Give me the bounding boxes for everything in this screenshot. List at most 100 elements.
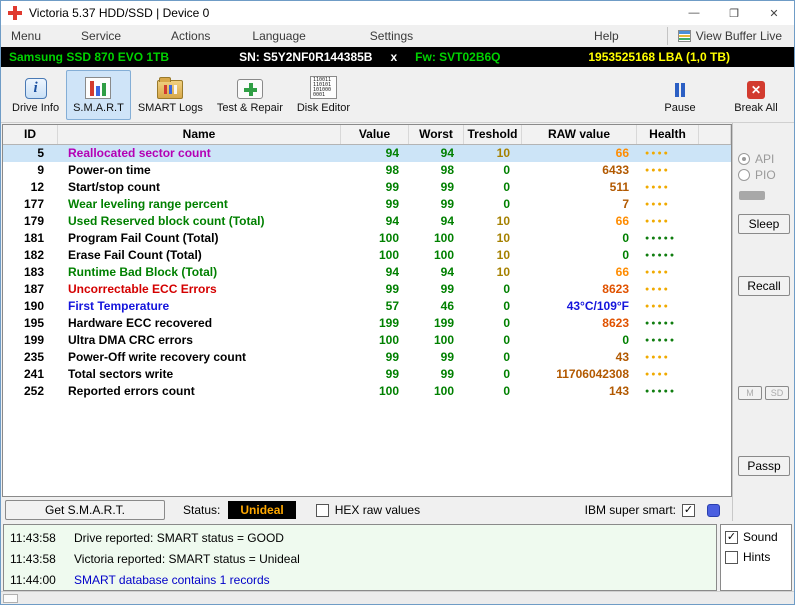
table-row[interactable]: 12 Start/stop count 99 99 0 511 ●●●● [3, 179, 731, 196]
table-row[interactable]: 9 Power-on time 98 98 0 6433 ●●●● [3, 162, 731, 179]
mode-indicator [739, 191, 765, 200]
attribute-threshold: 0 [503, 333, 510, 347]
table-row[interactable]: 252 Reported errors count 100 100 0 143 ●●●●● [3, 383, 731, 400]
sleep-button[interactable]: Sleep [738, 214, 790, 234]
table-row[interactable]: 199 Ultra DMA CRC errors 100 100 0 0 ●●●●● [3, 332, 731, 349]
attribute-worst: 99 [440, 180, 454, 194]
row-filler [699, 145, 731, 162]
maximize-button[interactable]: ❐ [714, 1, 754, 25]
menu-item-menu[interactable]: Menu [3, 27, 49, 45]
drive-info-button[interactable]: i Drive Info [5, 70, 66, 120]
attribute-name: Reallocated sector count [68, 146, 211, 160]
menu-item-actions[interactable]: Actions [163, 27, 218, 45]
disk-editor-button[interactable]: Disk Editor [290, 70, 357, 120]
small-button-2[interactable]: SD [765, 386, 789, 400]
sound-checkbox[interactable] [725, 530, 738, 544]
pio-radio[interactable] [738, 169, 750, 181]
row-filler [699, 247, 731, 264]
row-filler [699, 196, 731, 213]
menu-item-language[interactable]: Language [244, 27, 313, 45]
app-logo-icon [8, 6, 22, 20]
break-all-button[interactable]: ✕ Break All [726, 70, 786, 120]
attribute-value: 99 [385, 180, 399, 194]
attribute-value: 99 [385, 367, 399, 381]
device-info-bar: Samsung SSD 870 EVO 1TB SN: S5Y2NF0R1443… [1, 47, 794, 67]
table-row[interactable]: 177 Wear leveling range percent 99 99 0 7 ●●●● [3, 196, 731, 213]
ibm-smart-checkbox[interactable] [682, 503, 695, 517]
attribute-value: 57 [385, 299, 399, 313]
table-row[interactable]: 5 Reallocated sector count 94 94 10 66 ●●●● [3, 145, 731, 162]
pio-radio-row[interactable]: PIO [738, 167, 776, 183]
api-radio-row[interactable]: API [738, 151, 774, 167]
get-smart-button[interactable]: Get S.M.A.R.T. [5, 500, 165, 520]
table-row[interactable]: 235 Power-Off write recovery count 99 99 0 43… [3, 349, 731, 366]
ibm-smart-indicator [707, 503, 720, 517]
health-dots: ●●●●● [645, 388, 677, 395]
view-buffer-live[interactable]: View Buffer Live [666, 27, 792, 45]
attribute-worst: 98 [440, 163, 454, 177]
test-repair-button[interactable]: Test & Repair [210, 70, 290, 120]
horizontal-scrollbar[interactable] [1, 591, 794, 604]
pause-button[interactable]: Pause [650, 70, 710, 120]
header-id[interactable]: ID [3, 125, 58, 144]
attribute-raw-value: 143 [608, 384, 629, 398]
break-x-icon: ✕ [747, 81, 765, 99]
attribute-id: 179 [23, 214, 44, 228]
log-timestamp: 11:43:58 [10, 531, 56, 545]
attribute-id: 181 [23, 231, 44, 245]
app-window: Victoria 5.37 HDD/SSD | Device 0 — ❐ ✕ M… [0, 0, 795, 605]
attribute-worst: 100 [433, 248, 454, 262]
header-health[interactable]: Health [637, 125, 699, 144]
header-name[interactable]: Name [58, 125, 341, 144]
attribute-id: 235 [23, 350, 44, 364]
menu-item-service[interactable]: Service [73, 27, 129, 45]
attribute-name: Used Reserved block count (Total) [68, 214, 265, 228]
menu-item-settings[interactable]: Settings [362, 27, 421, 45]
recall-button[interactable]: Recall [738, 276, 790, 296]
attribute-value: 94 [385, 146, 399, 160]
header-value[interactable]: Value [341, 125, 409, 144]
table-row[interactable]: 195 Hardware ECC recovered 199 199 0 8623 ●●●●… [3, 315, 731, 332]
attribute-value: 99 [385, 282, 399, 296]
health-dots: ●●●● [645, 150, 670, 157]
table-row[interactable]: 183 Runtime Bad Block (Total) 94 94 10 66 ●●●● [3, 264, 731, 281]
attribute-raw-value: 66 [615, 265, 629, 279]
log-line: 11:44:00 SMART database contains 1 record… [10, 570, 710, 590]
api-radio[interactable] [738, 153, 750, 165]
table-row[interactable]: 182 Erase Fail Count (Total) 100 100 10 0 ●●●●… [3, 247, 731, 264]
attribute-threshold: 0 [503, 316, 510, 330]
header-raw[interactable]: RAW value [522, 125, 637, 144]
table-row[interactable]: 241 Total sectors write 99 99 0 11706042308 ●●… [3, 366, 731, 383]
smart-tab-button[interactable]: S.M.A.R.T [66, 69, 131, 120]
small-button-1[interactable]: M [738, 386, 762, 400]
hints-checkbox[interactable] [725, 550, 738, 564]
close-button[interactable]: ✕ [754, 1, 794, 25]
attribute-name: Wear leveling range percent [68, 197, 228, 211]
attribute-worst: 94 [440, 265, 454, 279]
view-buffer-label: View Buffer Live [695, 29, 782, 43]
minimize-button[interactable]: — [674, 1, 714, 25]
log-side-panel: Sound Hints [720, 524, 792, 591]
scrollbar-thumb[interactable] [3, 593, 18, 603]
attribute-threshold: 0 [503, 163, 510, 177]
table-row[interactable]: 179 Used Reserved block count (Total) 94 94… [3, 213, 731, 230]
buffer-icon [677, 30, 691, 42]
row-filler [699, 264, 731, 281]
attribute-name: Program Fail Count (Total) [68, 231, 219, 245]
table-row[interactable]: 181 Program Fail Count (Total) 100 100 10 0 ●●… [3, 230, 731, 247]
table-row[interactable]: 187 Uncorrectable ECC Errors 99 99 0 8623 ●●●● [3, 281, 731, 298]
log-line: 11:43:58 Drive reported: SMART status = G… [10, 528, 710, 549]
health-dots: ●●●● [645, 167, 670, 174]
menu-item-help[interactable]: Help [586, 27, 627, 45]
header-worst[interactable]: Worst [409, 125, 464, 144]
attribute-id: 183 [23, 265, 44, 279]
table-row[interactable]: 190 First Temperature 57 46 0 43°C/109°F ●●●● [3, 298, 731, 315]
passp-button[interactable]: Passp [738, 456, 790, 476]
header-threshold[interactable]: Treshold [464, 125, 522, 144]
attribute-worst: 99 [440, 350, 454, 364]
smart-logs-button[interactable]: SMART Logs [131, 70, 210, 120]
serial-hide-toggle[interactable]: x [390, 50, 397, 64]
attribute-id: 187 [23, 282, 44, 296]
hex-raw-checkbox[interactable] [315, 503, 329, 517]
attribute-threshold: 10 [496, 248, 510, 262]
